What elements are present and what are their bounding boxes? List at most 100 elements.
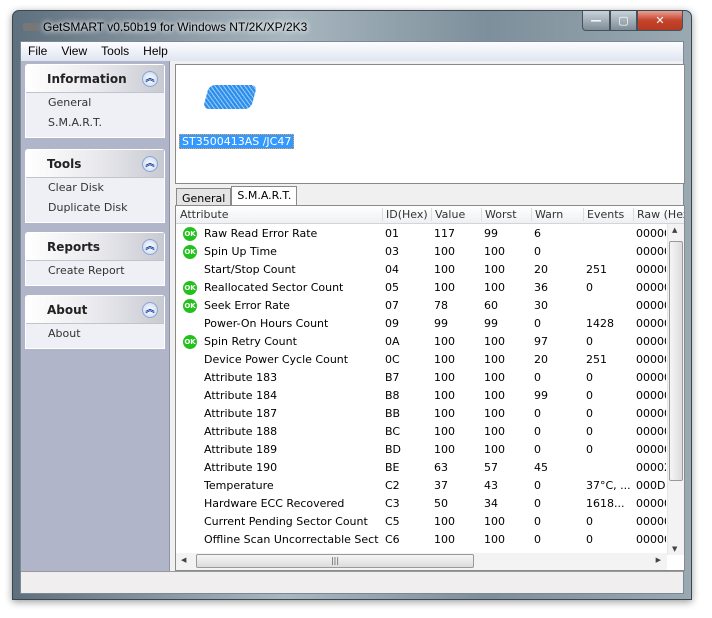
- table-row[interactable]: Attribute 188BC1001000000000: [176, 423, 666, 441]
- group-title: Tools: [47, 157, 82, 171]
- cell-id: C6: [385, 533, 400, 546]
- table-row[interactable]: OK Raw Read Error Rate 01 117 99 6 00000: [176, 225, 666, 243]
- cell-warn: 0: [534, 533, 541, 546]
- cell-id: BC: [385, 425, 401, 438]
- sidebar-item[interactable]: About: [26, 324, 164, 344]
- cell-events: 1618...: [586, 497, 625, 510]
- collapse-chevron-icon[interactable]: ︽: [142, 302, 158, 318]
- table-row[interactable]: Temperature C2 37 43 0 37°C, ... 000D0: [176, 477, 666, 495]
- cell-worst: 99: [484, 317, 498, 330]
- column-header[interactable]: Raw (Hex: [633, 208, 684, 221]
- table-row[interactable]: Attribute 189BD1001000000000: [176, 441, 666, 459]
- cell-events: 0: [586, 389, 593, 402]
- cell-value: 50: [434, 497, 448, 510]
- ok-status-icon: OK: [183, 281, 197, 295]
- ok-status-icon: OK: [183, 299, 197, 313]
- menu-view[interactable]: View: [54, 42, 94, 61]
- cell-id: 01: [385, 227, 399, 240]
- group-title: Reports: [47, 240, 101, 254]
- cell-raw: 00000: [636, 515, 666, 528]
- tab-general[interactable]: General: [176, 188, 232, 206]
- sidebar-item[interactable]: Duplicate Disk: [26, 198, 164, 218]
- vertical-scrollbar[interactable]: ▲ ▼: [667, 224, 684, 555]
- table-row[interactable]: Device Power Cycle Count 0C 100 100 20 251 000…: [176, 351, 666, 369]
- close-button[interactable]: ✕: [637, 11, 683, 31]
- table-row[interactable]: Current Pending Sector Count C5 100 100 0 0 00…: [176, 513, 666, 531]
- sidebar-item[interactable]: S.M.A.R.T.: [26, 113, 164, 133]
- cell-id: 04: [385, 263, 399, 276]
- table-row[interactable]: Offline Scan Uncorrectable Secto... C6 100…: [176, 531, 666, 549]
- cell-raw: 00000: [636, 299, 666, 312]
- disk-model[interactable]: ST3500413AS /JC47: [179, 134, 295, 149]
- table-row[interactable]: Attribute 190 BE 63 57 45 00002: [176, 459, 666, 477]
- cell-worst: 100: [484, 245, 505, 258]
- menu-help[interactable]: Help: [136, 42, 175, 61]
- cell-id: BD: [385, 443, 402, 456]
- horizontal-scrollbar[interactable]: ◀ ||| ▶: [176, 553, 667, 570]
- minimize-button[interactable]: —: [582, 11, 610, 31]
- column-header[interactable]: Value: [431, 208, 465, 221]
- scroll-right-icon[interactable]: ▶: [656, 556, 661, 564]
- table-row[interactable]: Hardware ECC Recovered C3 50 34 0 1618... 0000…: [176, 495, 666, 513]
- scroll-down-icon[interactable]: ▼: [672, 545, 677, 553]
- cell-worst: 100: [484, 533, 505, 546]
- app-window: GetSMART v0.50b19 for Windows NT/2K/XP/2…: [12, 10, 692, 600]
- table-row[interactable]: OKSpin Up Time03100100000000: [176, 243, 666, 261]
- horizontal-scroll-thumb[interactable]: |||: [196, 554, 474, 568]
- cell-worst: 99: [484, 227, 498, 240]
- column-header[interactable]: ID(Hex): [382, 208, 428, 221]
- table-row[interactable]: Attribute 187BB1001000000000: [176, 405, 666, 423]
- sidebar-group-header[interactable]: About ︽: [26, 296, 164, 324]
- sidebar-group-header[interactable]: Tools ︽: [26, 150, 164, 178]
- menu-tools[interactable]: Tools: [94, 42, 136, 61]
- tab-smart[interactable]: S.M.A.R.T.: [231, 186, 298, 206]
- scroll-up-icon[interactable]: ▲: [672, 226, 677, 234]
- cell-warn: 0: [534, 515, 541, 528]
- sidebar-group-header[interactable]: Reports ︽: [26, 233, 164, 261]
- sidebar-item[interactable]: Clear Disk: [26, 178, 164, 198]
- table-row[interactable]: Attribute 183B71001000000000: [176, 369, 666, 387]
- table-row[interactable]: OKSpin Retry Count0A10010097000000: [176, 333, 666, 351]
- scroll-left-icon[interactable]: ◀: [181, 556, 186, 564]
- collapse-chevron-icon[interactable]: ︽: [142, 239, 158, 255]
- cell-id: 0A: [385, 335, 400, 348]
- cell-id: 07: [385, 299, 399, 312]
- cell-value: 100: [434, 443, 455, 456]
- column-header[interactable]: Attribute: [180, 208, 229, 221]
- cell-value: 117: [434, 227, 455, 240]
- cell-raw: 00000: [636, 281, 666, 294]
- cell-id: BB: [385, 407, 401, 420]
- sidebar-group-header[interactable]: Information ︽: [26, 65, 164, 93]
- cell-warn: 20: [534, 353, 548, 366]
- cell-worst: 43: [484, 479, 498, 492]
- cell-attr: Reallocated Sector Count: [204, 281, 344, 294]
- table-row[interactable]: Power-On Hours Count 09 99 99 0 1428 00000: [176, 315, 666, 333]
- vertical-scroll-thumb[interactable]: [669, 241, 683, 481]
- table-row[interactable]: OK Reallocated Sector Count 05 100 100 36 0 000…: [176, 279, 666, 297]
- sidebar-item[interactable]: General: [26, 93, 164, 113]
- table-row[interactable]: Attribute 184B810010099000000: [176, 387, 666, 405]
- column-header[interactable]: Warn: [531, 208, 563, 221]
- cell-value: 100: [434, 281, 455, 294]
- collapse-chevron-icon[interactable]: ︽: [142, 156, 158, 172]
- cell-id: 0C: [385, 353, 400, 366]
- collapse-chevron-icon[interactable]: ︽: [142, 71, 158, 87]
- sidebar-item[interactable]: Create Report: [26, 261, 164, 281]
- cell-id: BE: [385, 461, 400, 474]
- column-header[interactable]: Worst: [481, 208, 517, 221]
- maximize-button[interactable]: ▢: [610, 11, 637, 31]
- menu-file[interactable]: File: [21, 42, 54, 61]
- column-header[interactable]: Events: [583, 208, 624, 221]
- cell-raw: 00000: [636, 533, 666, 546]
- table-row[interactable]: OK Seek Error Rate 07 78 60 30 00000: [176, 297, 666, 315]
- table-row[interactable]: Start/Stop Count 04 100 100 20 251 00000: [176, 261, 666, 279]
- sidebar-group-tools: Tools ︽ Clear Disk Duplicate Disk: [25, 149, 165, 223]
- cell-raw: 00000: [636, 497, 666, 510]
- cell-warn: 0: [534, 497, 541, 510]
- cell-attr: Attribute 187: [204, 407, 278, 420]
- sidebar-group-information: Information ︽ General S.M.A.R.T.: [25, 64, 165, 138]
- cell-value: 100: [434, 515, 455, 528]
- group-title: Information: [47, 72, 127, 86]
- cell-warn: 97: [534, 335, 548, 348]
- cell-value: 100: [434, 407, 455, 420]
